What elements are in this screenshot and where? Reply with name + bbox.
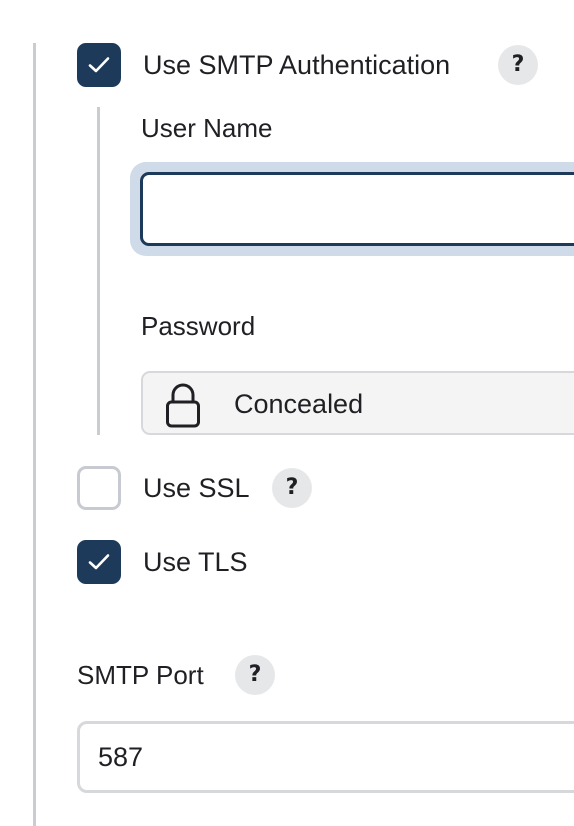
smtp-auth-label[interactable]: Use SMTP Authentication (143, 49, 450, 81)
use-ssl-help-icon[interactable]: ? (272, 468, 312, 508)
smtp-port-help-icon[interactable]: ? (235, 655, 275, 695)
user-name-input[interactable] (140, 172, 574, 246)
smtp-port-label: SMTP Port (77, 660, 204, 690)
auth-fields-indent-rule (97, 107, 100, 435)
smtp-settings-panel: Use SMTP Authentication ? User Name Pass… (0, 0, 574, 826)
use-ssl-label[interactable]: Use SSL (143, 472, 250, 504)
user-name-label: User Name (141, 113, 273, 143)
smtp-port-input[interactable] (77, 721, 574, 793)
password-label: Password (141, 311, 256, 341)
use-tls-label[interactable]: Use TLS (143, 546, 248, 578)
smtp-auth-help-icon[interactable]: ? (498, 45, 538, 85)
use-tls-checkbox[interactable] (77, 540, 121, 584)
smtp-auth-checkbox[interactable] (77, 43, 121, 87)
password-concealed-field[interactable]: Concealed (141, 371, 574, 435)
checkmark-icon (88, 57, 110, 73)
section-indent-rule (33, 43, 36, 826)
password-concealed-text: Concealed (234, 389, 364, 419)
lock-icon (163, 382, 203, 433)
checkmark-icon (88, 554, 110, 570)
use-ssl-checkbox[interactable] (77, 466, 121, 510)
